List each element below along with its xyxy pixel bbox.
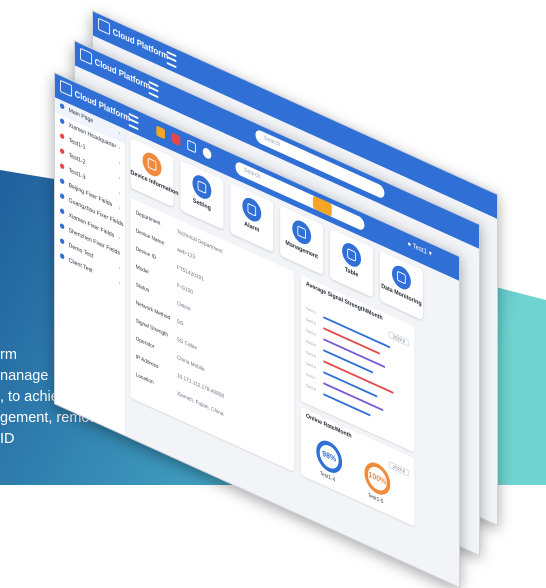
alert-icon[interactable] — [171, 132, 181, 147]
info-row: Signal Strength5G Cable — [136, 318, 197, 352]
square-icon — [60, 237, 65, 245]
menu-icon[interactable] — [148, 80, 159, 99]
chevron-right-icon: › — [118, 130, 121, 138]
info-value: web-123 — [176, 246, 196, 262]
month-select[interactable]: 2019.8 — [388, 460, 410, 478]
user-menu[interactable]: ● Test1 ▾ — [407, 239, 431, 258]
info-value: 5G Cable — [176, 336, 197, 352]
info-row: OperatorChina Mobile — [136, 336, 205, 373]
notification-icon[interactable] — [156, 125, 165, 140]
expand-icon[interactable] — [187, 139, 196, 154]
square-icon — [60, 177, 65, 185]
dot-icon — [60, 147, 65, 155]
info-value: FT51420191 — [176, 264, 204, 283]
info-value: 5G — [176, 318, 184, 328]
dot-icon — [60, 117, 65, 125]
online-rate-value: 98% — [322, 448, 337, 464]
chevron-right-icon: › — [118, 220, 121, 228]
logo-icon — [60, 79, 73, 98]
signal-bar-label: Test1-2 — [305, 317, 316, 326]
month-select[interactable]: 2019.8 — [388, 330, 410, 348]
info-value: Online — [176, 300, 191, 313]
info-value: F-G100 — [176, 282, 194, 297]
dot-icon — [60, 132, 65, 140]
menu-icon[interactable] — [166, 50, 177, 69]
signal-bar-label: Test1-8 — [305, 383, 316, 392]
chevron-right-icon: › — [118, 250, 121, 258]
grid-icon — [60, 222, 65, 230]
signal-bar-label: Test1-6 — [305, 361, 316, 370]
dot-icon — [60, 162, 65, 170]
signal-bar-fill — [323, 393, 371, 417]
chevron-right-icon: › — [118, 205, 121, 213]
home-icon — [60, 102, 65, 110]
grid-icon — [60, 207, 65, 215]
chevron-right-icon: › — [118, 190, 121, 198]
chevron-right-icon: › — [118, 265, 121, 273]
chevron-right-icon: › — [118, 175, 121, 183]
stacked-windows: Cloud Platform Cloud Platform Search Clo… — [0, 0, 546, 588]
signal-bar-label: Test1-7 — [305, 372, 316, 381]
signal-bar-label: Test1-4 — [305, 339, 316, 348]
signal-bar-label: Test1-5 — [305, 350, 316, 359]
logo-icon — [98, 17, 111, 36]
logo-icon — [80, 47, 93, 66]
menu-icon[interactable] — [128, 112, 139, 131]
chevron-right-icon: › — [118, 145, 121, 153]
online-rate-value: 100% — [368, 469, 387, 487]
chevron-right-icon: › — [118, 280, 121, 288]
chevron-right-icon: › — [118, 235, 121, 243]
user-name: Test1 — [412, 242, 428, 257]
signal-bar-label: Test1-1 — [305, 306, 316, 315]
signal-bar-label: Test1-3 — [305, 328, 316, 337]
info-value: China Mobile — [176, 354, 205, 374]
cloud-icon[interactable] — [202, 146, 212, 161]
brand-title: Cloud Platform — [112, 26, 169, 62]
wave-icon — [60, 192, 65, 200]
wave-icon — [60, 252, 65, 260]
search-button[interactable] — [312, 195, 332, 217]
chevron-right-icon: › — [118, 160, 121, 168]
sidebar: Main Page › Xiamen Headquarter › Test1-1 › Tes… — [54, 97, 127, 436]
info-row: Device IDFT51420191 — [136, 246, 204, 283]
